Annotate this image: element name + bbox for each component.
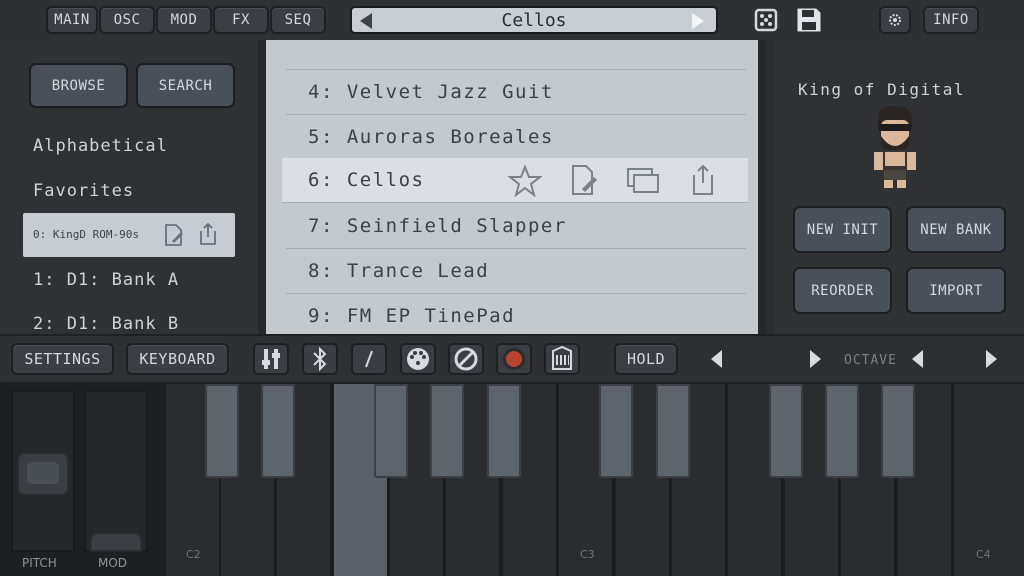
octave-decrease-icon[interactable]: [912, 350, 923, 368]
mod-wheel[interactable]: [84, 390, 148, 552]
author-name: King of Digital: [798, 80, 965, 99]
tab-mod[interactable]: MOD: [156, 6, 212, 34]
black-key[interactable]: [487, 384, 521, 478]
selected-bank-label: 0: KingD ROM-90s: [33, 228, 139, 241]
pen-button[interactable]: [351, 343, 387, 375]
bluetooth-icon: [313, 346, 327, 372]
record-icon: [503, 348, 525, 370]
dice-icon[interactable]: [753, 7, 779, 33]
tab-fx[interactable]: FX: [213, 6, 269, 34]
settings-button[interactable]: SETTINGS: [11, 343, 114, 375]
black-key[interactable]: [656, 384, 690, 478]
black-key[interactable]: [205, 384, 239, 478]
preset-row[interactable]: 4: Velvet Jazz Guit: [286, 70, 746, 115]
share-icon[interactable]: [197, 221, 219, 247]
pitch-handle-inner: [27, 462, 59, 484]
tab-osc[interactable]: OSC: [99, 6, 155, 34]
prev-preset-icon[interactable]: [360, 13, 372, 29]
panic-button[interactable]: [448, 343, 484, 375]
black-key[interactable]: [261, 384, 295, 478]
prohibited-icon: [454, 347, 478, 371]
pitch-wheel[interactable]: [11, 390, 75, 552]
black-key[interactable]: [599, 384, 633, 478]
black-key[interactable]: [769, 384, 803, 478]
key-label-c2: C2: [186, 548, 201, 561]
sliders-button[interactable]: [253, 343, 289, 375]
info-button[interactable]: INFO: [923, 6, 979, 34]
piano-icon: [552, 345, 572, 370]
key-label-c4: C4: [976, 548, 991, 561]
settings-gear-button[interactable]: [879, 6, 911, 34]
duplicate-icon[interactable]: [626, 167, 660, 195]
selected-bank-row[interactable]: 0: KingD ROM-90s: [23, 213, 235, 257]
mod-wheel-handle[interactable]: [90, 532, 142, 552]
new-bank-button[interactable]: NEW BANK: [906, 206, 1006, 253]
bank-item[interactable]: 1: D1: Bank A: [33, 270, 179, 290]
favorite-star-icon[interactable]: [508, 165, 542, 197]
octave-increase-icon[interactable]: [986, 350, 997, 368]
octave-label: OCTAVE: [844, 353, 897, 368]
black-key[interactable]: [825, 384, 859, 478]
preset-name[interactable]: Cellos: [501, 10, 566, 31]
tab-seq[interactable]: SEQ: [270, 6, 326, 34]
gear-icon: [889, 14, 901, 26]
preset-list-viewport: 4: Velvet Jazz Guit 5: Auroras Boreales …: [266, 40, 758, 334]
midi-button[interactable]: [400, 343, 436, 375]
edit-preset-icon[interactable]: [570, 164, 598, 196]
preset-row[interactable]: 5: Auroras Boreales: [286, 115, 746, 160]
search-button[interactable]: SEARCH: [136, 63, 235, 108]
preset-row-selected[interactable]: 6: Cellos: [282, 158, 748, 203]
export-icon[interactable]: [690, 163, 716, 197]
bluetooth-button[interactable]: [302, 343, 338, 375]
next-preset-icon[interactable]: [692, 13, 704, 29]
preset-selector: Cellos: [350, 6, 718, 34]
tempo-decrease-icon[interactable]: [711, 350, 722, 368]
sliders-icon: [262, 349, 280, 369]
pitch-wheel-handle[interactable]: [17, 452, 69, 496]
reorder-button[interactable]: REORDER: [793, 267, 892, 314]
bank-list-overflow: 2: D1: Bank B: [0, 312, 258, 334]
tab-main[interactable]: MAIN: [46, 6, 98, 34]
piano-button[interactable]: [544, 343, 580, 375]
browse-button[interactable]: BROWSE: [29, 63, 128, 108]
import-button[interactable]: IMPORT: [906, 267, 1006, 314]
bank-item[interactable]: 2: D1: Bank B: [33, 314, 179, 334]
edit-file-icon[interactable]: [163, 223, 185, 247]
black-key[interactable]: [881, 384, 915, 478]
black-key[interactable]: [374, 384, 408, 478]
preset-row[interactable]: 9: FM EP TinePad: [286, 294, 746, 334]
pitch-label: PITCH: [22, 556, 57, 570]
black-key[interactable]: [430, 384, 464, 478]
mod-label: MOD: [98, 556, 128, 570]
key-label-c3: C3: [580, 548, 595, 561]
hold-button[interactable]: HOLD: [614, 343, 678, 375]
midi-icon: [407, 348, 429, 370]
save-icon[interactable]: [795, 6, 823, 34]
author-avatar: [866, 100, 924, 192]
alphabetical-filter[interactable]: Alphabetical: [33, 136, 168, 156]
preset-row[interactable]: 7: Seinfield Slapper: [286, 204, 746, 249]
preset-row[interactable]: 8: Trance Lead: [286, 249, 746, 294]
record-button[interactable]: [496, 343, 532, 375]
new-init-button[interactable]: NEW INIT: [793, 206, 892, 253]
tempo-increase-icon[interactable]: [810, 350, 821, 368]
favorites-filter[interactable]: Favorites: [33, 181, 134, 201]
keyboard-button[interactable]: KEYBOARD: [126, 343, 229, 375]
pen-icon: [365, 350, 373, 368]
list-top-divider: [286, 45, 746, 70]
